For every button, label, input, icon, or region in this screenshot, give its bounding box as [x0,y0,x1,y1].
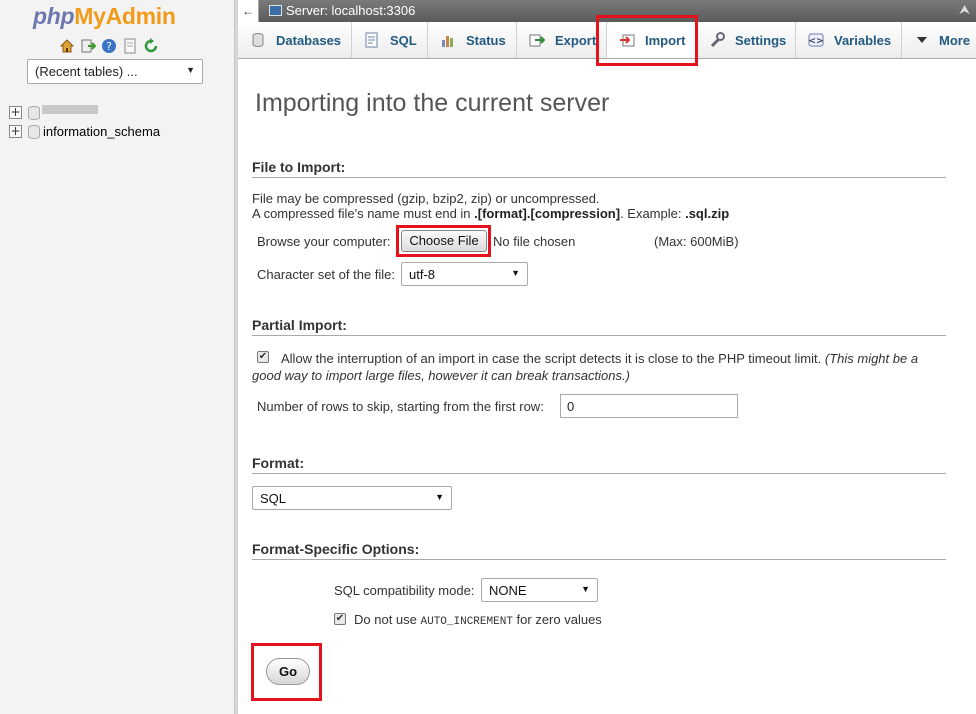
server-icon [269,5,282,16]
server-breadcrumb-link[interactable]: Server: localhost:3306 [286,3,415,18]
collapse-icon[interactable]: ⮝ [959,2,970,18]
help-icon[interactable]: ? [101,38,117,54]
highlight-box-import-tab [596,15,698,66]
allow-interrupt-note-text: good way to import large files, however … [252,368,630,383]
tree-item-database-1[interactable]: + [9,104,102,120]
tab-label: Status [466,32,506,48]
chevron-down-icon [914,32,930,48]
info-text: A compressed file's name must end in [252,206,475,221]
highlight-box-go-button [251,643,322,701]
highlight-box-choose-file [396,225,491,257]
tab-variables[interactable]: <> Variables [796,22,902,58]
info-format-text: .[format].[compression] [474,206,621,221]
tab-settings[interactable]: Settings [697,22,796,58]
sql-compat-select[interactable]: NONE ▼ [481,578,598,602]
svg-text:?: ? [106,40,112,53]
nav-icon-bar: ? [59,38,159,54]
database-icon [250,32,266,48]
info-text: . Example: [620,206,686,221]
sql-compat-label: SQL compatibility mode: [334,583,475,598]
chevron-down-icon: ▼ [435,492,444,502]
tree-item-label[interactable]: information_schema [43,124,160,139]
tab-export[interactable]: Export [517,22,607,58]
allow-interrupt-text: Allow the interruption of an import in c… [281,351,822,366]
section-heading-file-to-import: File to Import: [252,159,946,178]
back-arrow-icon[interactable]: ← [238,0,259,22]
navigation-panel: phpMyAdmin ? (Recent tables) ... ▼ + + i… [0,0,234,714]
database-icon [27,105,40,120]
option-code-text: AUTO_INCREMENT [420,616,513,628]
tab-label: More [939,32,971,48]
tab-label: Variables [834,32,892,48]
logout-icon[interactable] [80,38,96,54]
phpmyadmin-logo[interactable]: phpMyAdmin [33,3,176,30]
option-text: Do not use [354,612,421,627]
tree-item-information-schema[interactable]: + information_schema [9,123,160,139]
chevron-down-icon: ▼ [511,268,520,278]
tab-label: SQL [390,32,417,48]
skip-rows-input[interactable]: 0 [560,394,738,418]
docs-icon[interactable] [122,38,138,54]
section-heading-partial-import: Partial Import: [252,317,946,336]
reload-icon[interactable] [143,38,159,54]
import-page: Importing into the current server File t… [238,59,976,714]
allow-interrupt-checkbox[interactable]: ✔ [257,351,269,363]
sql-compat-value: NONE [489,583,527,598]
page-title: Importing into the current server [255,89,610,117]
charset-label: Character set of the file: [257,267,396,282]
home-icon[interactable] [59,38,75,54]
svg-text:<>: <> [808,37,823,47]
allow-interrupt-note: (This might be a [824,351,919,366]
tab-status[interactable]: Status [428,22,517,58]
no-auto-increment-label[interactable]: Do not use AUTO_INCREMENT for zero value… [354,612,602,628]
max-upload-size: (Max: 600MiB) [654,234,739,249]
expand-icon[interactable]: + [9,105,22,119]
recent-tables-select[interactable]: (Recent tables) ... ▼ [27,59,203,84]
compressed-name-info-line: A compressed file's name must end in .[f… [252,206,729,221]
logo-php-text: php [33,3,75,29]
browse-label: Browse your computer: [257,234,391,249]
export-icon [529,32,546,48]
no-auto-increment-checkbox[interactable]: ✔ [334,613,346,625]
tab-sql[interactable]: SQL [352,22,428,58]
info-example-text: .sql.zip [685,206,730,221]
tab-label: Settings [735,32,787,48]
tab-more[interactable]: More [902,22,976,58]
allow-interrupt-note-continued: good way to import large files, however … [252,368,630,383]
redacted-database-name [42,104,98,114]
compression-info-line: File may be compressed (gzip, bzip2, zip… [252,191,600,206]
format-select[interactable]: SQL ▼ [252,486,452,510]
section-heading-format-options: Format-Specific Options: [252,541,946,560]
section-heading-format: Format: [252,455,946,474]
format-value: SQL [260,491,287,506]
allow-interrupt-label[interactable]: Allow the interruption of an import in c… [281,351,918,366]
chevron-down-icon: ▼ [581,584,590,594]
database-icon [27,124,40,139]
sql-icon [364,32,380,48]
option-text: for zero values [512,612,602,627]
no-file-chosen-text: No file chosen [493,234,576,249]
logo-myadmin-text: MyAdmin [74,3,176,29]
charset-value: utf-8 [409,267,436,282]
skip-rows-label: Number of rows to skip, starting from th… [257,399,544,414]
charset-select[interactable]: utf-8 ▼ [401,262,528,286]
tab-label: Export [555,32,597,48]
tab-label: Databases [276,32,342,48]
expand-icon[interactable]: + [9,124,22,138]
tab-databases[interactable]: Databases [238,22,352,58]
status-icon [440,32,456,48]
recent-tables-value: (Recent tables) ... [35,64,138,79]
settings-icon [709,32,725,48]
variables-icon: <> [808,32,824,48]
chevron-down-icon: ▼ [186,65,195,75]
